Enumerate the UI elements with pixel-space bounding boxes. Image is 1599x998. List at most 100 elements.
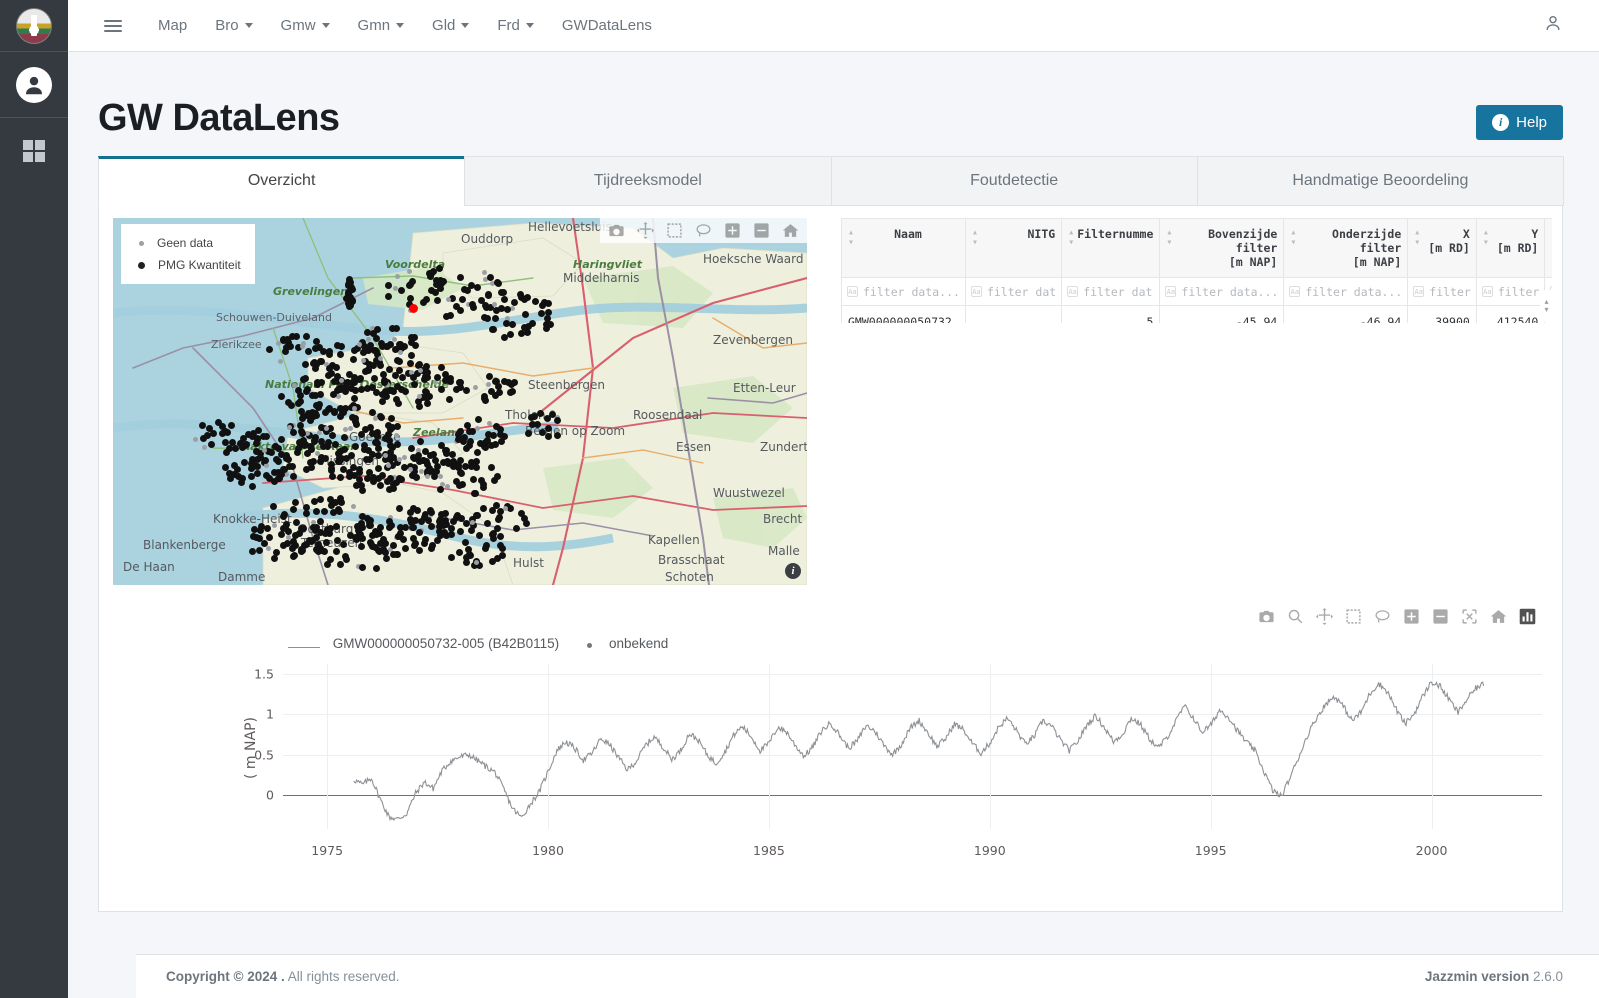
well-marker[interactable] bbox=[463, 386, 471, 394]
well-marker[interactable] bbox=[459, 295, 466, 303]
well-marker[interactable] bbox=[265, 546, 271, 552]
well-marker[interactable] bbox=[301, 375, 309, 383]
well-marker[interactable] bbox=[421, 447, 429, 455]
sort-icon[interactable]: ▴▾ bbox=[1290, 227, 1296, 248]
well-marker[interactable] bbox=[347, 531, 354, 539]
well-marker[interactable] bbox=[511, 298, 519, 306]
well-marker[interactable] bbox=[409, 374, 417, 381]
well-marker[interactable] bbox=[378, 397, 386, 405]
well-marker[interactable] bbox=[384, 282, 392, 290]
filter-cell-x[interactable]: Aa filter bbox=[1407, 277, 1477, 306]
well-marker[interactable] bbox=[460, 437, 468, 445]
sort-icon[interactable]: ▴▾ bbox=[1068, 227, 1074, 248]
well-marker[interactable] bbox=[483, 520, 491, 528]
well-marker[interactable] bbox=[487, 420, 493, 426]
well-marker[interactable] bbox=[472, 385, 478, 391]
well-marker[interactable] bbox=[485, 373, 493, 381]
well-marker[interactable] bbox=[314, 380, 322, 388]
well-marker[interactable] bbox=[467, 527, 475, 535]
well-marker[interactable] bbox=[437, 280, 445, 288]
well-marker[interactable] bbox=[481, 545, 489, 553]
well-marker[interactable] bbox=[546, 320, 554, 328]
well-marker[interactable] bbox=[227, 421, 235, 429]
well-marker[interactable] bbox=[427, 544, 435, 552]
well-marker[interactable] bbox=[372, 347, 380, 355]
well-marker[interactable] bbox=[531, 297, 539, 305]
well-marker[interactable] bbox=[504, 378, 512, 386]
th-bovenzijde-filter[interactable]: ▴ ▾ Bovenzijde filter [m NAP] bbox=[1159, 218, 1285, 278]
well-marker[interactable] bbox=[336, 561, 344, 569]
well-marker[interactable] bbox=[450, 460, 458, 468]
well-marker[interactable] bbox=[351, 415, 359, 422]
well-marker[interactable] bbox=[340, 540, 348, 548]
hamburger-menu-icon[interactable] bbox=[104, 17, 122, 35]
well-marker[interactable] bbox=[285, 527, 292, 535]
well-marker[interactable] bbox=[328, 431, 336, 439]
well-marker[interactable] bbox=[387, 414, 395, 422]
well-marker[interactable] bbox=[486, 273, 494, 281]
well-marker[interactable] bbox=[418, 469, 424, 475]
well-marker[interactable] bbox=[299, 343, 305, 349]
well-marker[interactable] bbox=[221, 438, 229, 446]
well-marker[interactable] bbox=[363, 329, 371, 337]
well-marker[interactable] bbox=[321, 530, 329, 537]
well-marker[interactable] bbox=[424, 517, 432, 525]
well-marker[interactable] bbox=[357, 543, 365, 551]
well-marker[interactable] bbox=[496, 532, 504, 540]
nav-item-map[interactable]: Map bbox=[144, 0, 201, 52]
tab-handmatige-beoordeling[interactable]: Handmatige Beoordeling bbox=[1196, 156, 1564, 206]
well-marker[interactable] bbox=[311, 345, 319, 352]
well-marker[interactable] bbox=[389, 551, 397, 558]
well-marker[interactable] bbox=[494, 472, 501, 480]
well-marker[interactable] bbox=[302, 361, 309, 368]
well-marker[interactable] bbox=[361, 357, 367, 363]
well-marker[interactable] bbox=[447, 553, 455, 561]
lasso-select-icon[interactable] bbox=[1374, 608, 1391, 625]
well-marker[interactable] bbox=[368, 383, 376, 391]
toggle-spikelines-icon[interactable] bbox=[1519, 608, 1536, 625]
legend-item-geen-data[interactable]: Geen data bbox=[131, 232, 241, 254]
well-marker[interactable] bbox=[489, 534, 497, 542]
well-marker[interactable] bbox=[388, 423, 396, 431]
lasso-select-icon[interactable] bbox=[695, 222, 712, 239]
well-marker[interactable] bbox=[491, 440, 499, 448]
well-marker[interactable] bbox=[265, 534, 273, 541]
tab-overzicht[interactable]: Overzicht bbox=[98, 156, 466, 206]
well-marker[interactable] bbox=[426, 272, 434, 280]
well-marker[interactable] bbox=[465, 545, 473, 553]
well-marker[interactable] bbox=[263, 432, 271, 440]
sort-icon[interactable]: ▴▾ bbox=[972, 227, 978, 248]
well-marker[interactable] bbox=[345, 371, 353, 379]
well-marker[interactable] bbox=[434, 296, 442, 304]
well-marker[interactable] bbox=[470, 475, 477, 483]
well-marker[interactable] bbox=[417, 368, 423, 374]
well-marker[interactable] bbox=[348, 379, 356, 387]
legend-entry-series[interactable]: GMW000000050732-005 (B42B0115) bbox=[288, 636, 559, 651]
well-marker[interactable] bbox=[437, 474, 443, 479]
well-marker[interactable] bbox=[325, 347, 333, 355]
timeseries-chart[interactable]: GMW000000050732-005 (B42B0115) onbekend … bbox=[113, 636, 1548, 886]
well-marker[interactable] bbox=[504, 305, 512, 313]
well-marker[interactable] bbox=[231, 444, 239, 452]
zoom-in-icon[interactable] bbox=[724, 222, 741, 239]
well-marker[interactable] bbox=[457, 470, 465, 478]
nav-item-bro[interactable]: Bro bbox=[201, 0, 266, 52]
well-marker[interactable] bbox=[337, 473, 344, 481]
sort-icon[interactable]: ▴▾ bbox=[1551, 227, 1552, 248]
tab-foutdetectie[interactable]: Foutdetectie bbox=[830, 156, 1198, 206]
well-marker[interactable] bbox=[392, 325, 400, 332]
reset-axes-icon[interactable] bbox=[1490, 608, 1507, 625]
box-select-icon[interactable] bbox=[666, 222, 683, 239]
well-marker[interactable] bbox=[372, 415, 378, 421]
well-marker[interactable] bbox=[437, 510, 445, 518]
well-marker[interactable] bbox=[407, 467, 413, 472]
well-marker[interactable] bbox=[406, 515, 414, 523]
well-marker[interactable] bbox=[384, 342, 392, 350]
well-marker[interactable] bbox=[416, 458, 423, 465]
sidebar-user-avatar[interactable] bbox=[0, 52, 68, 118]
well-marker[interactable] bbox=[396, 457, 402, 463]
user-account-icon[interactable] bbox=[1543, 13, 1563, 38]
well-marker[interactable] bbox=[377, 356, 383, 362]
well-marker[interactable] bbox=[433, 374, 441, 382]
th-naam[interactable]: ▴ ▾ Naam bbox=[841, 218, 966, 278]
